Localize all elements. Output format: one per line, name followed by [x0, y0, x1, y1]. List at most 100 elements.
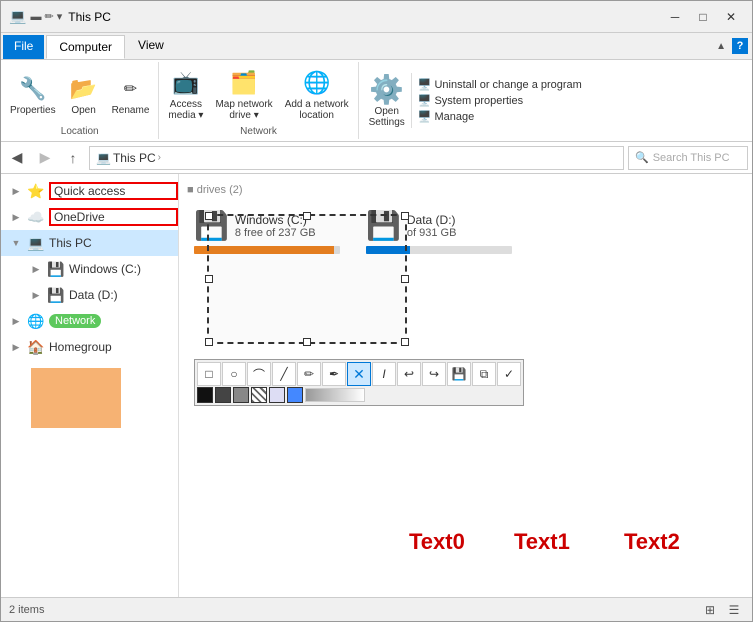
- manage-label: Manage: [434, 111, 474, 123]
- path-chevron: ›: [158, 152, 161, 163]
- sidebar-item-windows-c[interactable]: ▶ 💾 Windows (C:): [1, 256, 178, 282]
- search-placeholder: Search This PC: [653, 152, 730, 164]
- back-button[interactable]: ◀: [5, 146, 29, 170]
- sidebar-item-label-this-pc: This PC: [49, 236, 178, 250]
- status-count: 2 items: [9, 604, 44, 616]
- access-media-label: Access media ▾: [168, 99, 203, 121]
- draw-undo-btn[interactable]: ↩: [397, 362, 421, 386]
- drive-d-bar-bg: [366, 246, 512, 254]
- window-icon: 💻: [9, 8, 26, 25]
- path-thispc[interactable]: This PC: [113, 151, 156, 165]
- draw-save-btn[interactable]: 💾: [447, 362, 471, 386]
- title-bar: 💻 ▬ ✏ ▾ This PC ─ □ ✕: [1, 1, 752, 33]
- system-properties-button[interactable]: 🖥️ System properties: [418, 94, 582, 107]
- system-properties-icon: 🖥️: [418, 94, 432, 107]
- access-media-button[interactable]: 📺 Access media ▾: [163, 64, 208, 124]
- color-black[interactable]: [197, 387, 213, 403]
- ribbon-group-location: 🔧 Properties 📂 Open ✏ Rename Location: [1, 62, 159, 139]
- open-icon: 📂: [68, 73, 100, 105]
- network-icon: 🌐: [27, 313, 45, 330]
- uninstall-label: Uninstall or change a program: [434, 79, 581, 91]
- draw-select-btn[interactable]: ✕: [347, 362, 371, 386]
- draw-redo-btn[interactable]: ↪: [422, 362, 446, 386]
- drive-item-top-c: 💾 Windows (C:) 8 free of 237 GB: [194, 209, 340, 242]
- drive-items: 💾 Windows (C:) 8 free of 237 GB 💾: [187, 202, 744, 261]
- drawing-toolbar-row2: [197, 387, 521, 403]
- tab-computer[interactable]: Computer: [46, 35, 125, 59]
- ribbon-group-network: 📺 Access media ▾ 🗂️ Map network drive ▾ …: [159, 62, 358, 139]
- pc-icon-small: 💻: [96, 151, 111, 165]
- properties-button[interactable]: 🔧 Properties: [5, 70, 61, 119]
- draw-copy-btn[interactable]: ⧉: [472, 362, 496, 386]
- settings-icon: ⚙️: [369, 73, 404, 106]
- location-group-label: Location: [61, 124, 99, 137]
- rename-button[interactable]: ✏ Rename: [107, 70, 155, 119]
- uninstall-button[interactable]: 🖥️ Uninstall or change a program: [418, 78, 582, 91]
- drive-c-icon: 💾: [194, 209, 229, 242]
- add-network-icon: 🌐: [301, 67, 333, 99]
- draw-arc-btn[interactable]: ⌒: [247, 362, 271, 386]
- search-box[interactable]: 🔍 Search This PC: [628, 146, 748, 170]
- color-gray[interactable]: [233, 387, 249, 403]
- minimize-button[interactable]: ─: [662, 7, 688, 27]
- sidebar-item-onedrive[interactable]: ▶ ☁️ OneDrive: [1, 204, 178, 230]
- drive-d-size: of 931 GB: [407, 227, 512, 239]
- drive-d-bar-fill: [366, 246, 410, 254]
- content-area: ■ drives (2) 💾 Windows (C:) 8 free of 23…: [179, 174, 752, 597]
- status-view-controls: ⊞ ☰: [700, 602, 744, 618]
- add-network-location-button[interactable]: 🌐 Add a network location: [280, 64, 354, 124]
- color-slider[interactable]: [305, 388, 365, 402]
- up-button[interactable]: ↑: [61, 146, 85, 170]
- draw-rect-btn[interactable]: □: [197, 362, 221, 386]
- drawing-toolbar-row1: □ ○ ⌒ ╱ ✏ ✒ ✕ I ↩ ↪ 💾 ⧉ ✓: [197, 362, 521, 386]
- tab-view[interactable]: View: [125, 33, 177, 59]
- maximize-button[interactable]: □: [690, 7, 716, 27]
- sidebar-item-data-d[interactable]: ▶ 💾 Data (D:): [1, 282, 178, 308]
- rename-label: Rename: [112, 105, 150, 116]
- tab-file[interactable]: File: [3, 35, 44, 59]
- ribbon-group-system: ⚙️ Open Settings 🖥️ Uninstall or change …: [359, 62, 592, 139]
- manage-icon: 🖥️: [418, 110, 432, 123]
- ribbon-quick-access: ▬ ✏ ▾: [30, 10, 62, 23]
- this-pc-icon: 💻: [27, 235, 45, 252]
- properties-icon: 🔧: [17, 73, 49, 105]
- sidebar-item-homegroup[interactable]: ▶ 🏠 Homegroup: [1, 334, 178, 360]
- view-large-icons-button[interactable]: ⊞: [700, 602, 720, 618]
- address-path[interactable]: 💻 This PC ›: [89, 146, 624, 170]
- drive-c-size: 8 free of 237 GB: [235, 227, 340, 239]
- open-label: Open: [71, 105, 95, 116]
- draw-pen-btn[interactable]: ✒: [322, 362, 346, 386]
- color-transparent[interactable]: [269, 387, 285, 403]
- draw-line-btn[interactable]: ╱: [272, 362, 296, 386]
- draw-text-btn[interactable]: I: [372, 362, 396, 386]
- open-button[interactable]: 📂 Open: [63, 70, 105, 119]
- search-icon: 🔍: [635, 151, 649, 164]
- network-group-label: Network: [240, 124, 277, 137]
- view-list-button[interactable]: ☰: [724, 602, 744, 618]
- drive-c-bar-bg: [194, 246, 340, 254]
- ribbon-collapse-icon[interactable]: ▲: [716, 41, 726, 52]
- drive-item-windows-c[interactable]: 💾 Windows (C:) 8 free of 237 GB: [187, 202, 347, 261]
- help-icon[interactable]: ?: [732, 38, 748, 54]
- draw-ellipse-btn[interactable]: ○: [222, 362, 246, 386]
- forward-button[interactable]: ▶: [33, 146, 57, 170]
- map-network-drive-button[interactable]: 🗂️ Map network drive ▾: [210, 64, 277, 124]
- sidebar-item-network[interactable]: ▶ 🌐 Network: [1, 308, 178, 334]
- drives-title: ■ drives (2): [187, 182, 744, 196]
- color-dark[interactable]: [215, 387, 231, 403]
- close-button[interactable]: ✕: [718, 7, 744, 27]
- sidebar-item-label-network: Network: [49, 314, 101, 328]
- ribbon-network-buttons: 📺 Access media ▾ 🗂️ Map network drive ▾ …: [163, 64, 353, 124]
- sidebar-item-quick-access[interactable]: ▶ ⭐ Quick access: [1, 178, 178, 204]
- rename-icon: ✏: [114, 73, 146, 105]
- manage-button[interactable]: 🖥️ Manage: [418, 110, 582, 123]
- drive-c-bar-fill: [194, 246, 334, 254]
- open-settings-label[interactable]: Open Settings: [369, 106, 405, 128]
- draw-ok-btn[interactable]: ✓: [497, 362, 521, 386]
- drive-item-data-d[interactable]: 💾 Data (D:) of 931 GB: [359, 202, 519, 261]
- color-blue[interactable]: [287, 387, 303, 403]
- sidebar-item-this-pc[interactable]: ▼ 💻 This PC: [1, 230, 178, 256]
- drawing-toolbar: □ ○ ⌒ ╱ ✏ ✒ ✕ I ↩ ↪ 💾 ⧉ ✓: [194, 359, 524, 406]
- color-hatch[interactable]: [251, 387, 267, 403]
- draw-pencil-btn[interactable]: ✏: [297, 362, 321, 386]
